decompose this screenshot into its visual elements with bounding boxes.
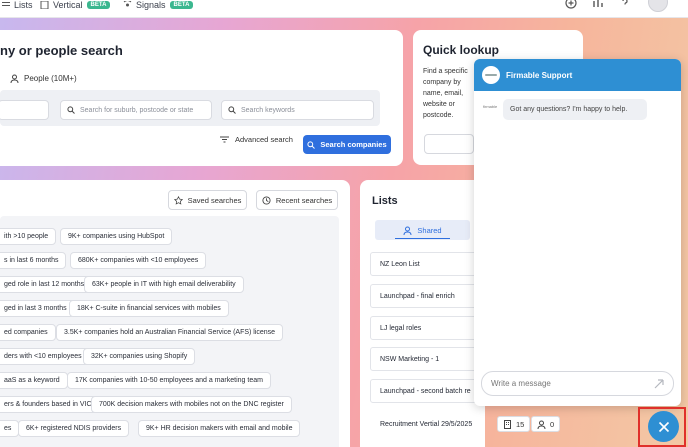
suggestion-chip[interactable]: 32K+ companies using Shopify xyxy=(83,348,196,365)
tab-shared-label: Shared xyxy=(417,225,442,235)
quick-lookup-button[interactable] xyxy=(424,134,474,154)
search-title: ny or people search xyxy=(0,43,123,58)
chart-icon[interactable] xyxy=(591,0,605,10)
suggestion-chip[interactable]: ed companies xyxy=(0,324,56,341)
keywords-placeholder: Search keywords xyxy=(241,106,295,114)
tab-shared[interactable]: Shared xyxy=(375,220,470,240)
suggestion-chip[interactable]: 680K+ companies with <10 employees xyxy=(70,252,207,269)
search-icon xyxy=(307,140,316,149)
list-row[interactable]: Recruitment Vertial 29/5/2025 xyxy=(370,412,485,436)
top-nav: Lists Vertical BETA Signals BETA xyxy=(0,0,688,18)
recent-searches-button[interactable]: Recent searches xyxy=(256,190,338,210)
tab-people-label: People (10M+) xyxy=(24,74,77,83)
lists-card: Lists Shared NZ Leon List Launchpad - fi… xyxy=(360,180,485,447)
recent-searches-label: Recent searches xyxy=(275,195,333,205)
people-count-badge: 0 xyxy=(531,416,561,432)
suggestion-chip[interactable]: ers & founders based in VIC xyxy=(0,396,100,413)
quick-lookup-title: Quick lookup xyxy=(423,43,500,57)
lists-title: Lists xyxy=(372,195,398,207)
suggestion-chip[interactable]: ged in last 3 months xyxy=(0,300,75,317)
company-count: 15 xyxy=(516,419,525,429)
nav-vertical[interactable]: Vertical BETA xyxy=(40,0,111,10)
chat-message: Got any questions? I'm happy to help. xyxy=(503,99,647,120)
search-icon xyxy=(228,106,236,114)
keywords-input[interactable]: Search keywords xyxy=(221,100,374,120)
firmable-logo-icon xyxy=(485,74,497,76)
send-icon[interactable] xyxy=(654,379,664,389)
close-chat-button[interactable] xyxy=(648,411,679,442)
suggestion-chip[interactable]: 9K+ companies using HubSpot xyxy=(60,228,173,245)
suggestion-chip[interactable]: aaS as a keyword xyxy=(0,372,68,389)
list-row[interactable]: NSW Marketing - 1 xyxy=(370,347,485,371)
suggestion-chips: ith >10 people 9K+ companies using HubSp… xyxy=(0,216,339,447)
industry-input[interactable] xyxy=(0,100,49,120)
tab-people[interactable]: People (10M+) xyxy=(10,74,77,83)
nav-lists[interactable]: Lists xyxy=(2,0,33,10)
company-count-badge: 15 xyxy=(497,416,531,432)
nav-signals[interactable]: Signals BETA xyxy=(123,0,194,10)
person-icon xyxy=(403,226,412,235)
search-companies-button[interactable]: Search companies xyxy=(303,135,391,154)
firmable-logo-small: firmable xyxy=(483,104,498,109)
suggestion-chip[interactable]: s in last 6 months xyxy=(0,252,67,269)
search-row: Search for suburb, postcode or state Sea… xyxy=(0,90,380,126)
suggestion-chip[interactable]: 18K+ C-suite in financial services with … xyxy=(69,300,229,317)
advanced-search-label: Advanced search xyxy=(235,135,293,144)
suggestion-chip[interactable]: ged role in last 12 months xyxy=(0,276,93,293)
clock-icon xyxy=(262,195,271,205)
filter-icon xyxy=(220,136,229,143)
beta-badge: BETA xyxy=(169,1,194,9)
building-icon xyxy=(504,419,511,429)
suggestion-chip[interactable]: 9K+ HR decision makers with email and mo… xyxy=(138,420,301,437)
support-chat-window: Firmable Support firmable Got any questi… xyxy=(474,59,681,406)
people-count: 0 xyxy=(550,419,555,429)
suggestion-chip[interactable]: 3.5K+ companies hold an Australian Finan… xyxy=(56,324,284,341)
chat-input-placeholder: Write a message xyxy=(491,379,551,388)
location-placeholder: Search for suburb, postcode or state xyxy=(80,106,194,114)
list-row[interactable]: Launchpad - final enrich xyxy=(370,284,485,308)
beta-badge: BETA xyxy=(86,1,111,9)
advanced-search-button[interactable]: Advanced search xyxy=(220,135,293,144)
search-companies-label: Search companies xyxy=(320,140,387,149)
signal-icon xyxy=(123,1,132,7)
search-card: ny or people search People (10M+) Search… xyxy=(0,30,403,166)
chat-title: Firmable Support xyxy=(506,70,573,80)
avatar[interactable] xyxy=(648,0,668,12)
list-row[interactable]: NZ Leon List xyxy=(370,252,485,276)
saved-searches-label: Saved searches xyxy=(187,195,242,205)
nav-vertical-label: Vertical xyxy=(53,0,83,10)
suggestion-chip[interactable]: 63K+ people in IT with high email delive… xyxy=(84,276,244,293)
person-icon xyxy=(10,74,19,83)
plus-circle-icon[interactable] xyxy=(564,0,578,10)
chat-header: Firmable Support xyxy=(474,59,681,91)
star-icon xyxy=(173,195,183,205)
location-input[interactable]: Search for suburb, postcode or state xyxy=(60,100,212,120)
building-icon xyxy=(40,1,49,9)
close-icon xyxy=(658,421,669,432)
nav-lists-label: Lists xyxy=(14,0,33,10)
firmable-logo xyxy=(482,66,500,84)
help-icon[interactable] xyxy=(618,0,632,10)
list-icon xyxy=(2,2,10,6)
nav-signals-label: Signals xyxy=(136,0,166,10)
suggestion-chip[interactable]: 6K+ registered NDIS providers xyxy=(18,420,130,437)
suggestions-card: Saved searches Recent searches ith >10 p… xyxy=(0,180,350,447)
suggestion-chip[interactable]: 700K decision makers with mobiles not on… xyxy=(91,396,292,413)
saved-searches-button[interactable]: Saved searches xyxy=(168,190,247,210)
search-icon xyxy=(67,106,75,114)
suggestion-chip[interactable]: 17K companies with 10-50 employees and a… xyxy=(67,372,271,389)
list-row[interactable]: Launchpad - second batch re xyxy=(370,379,485,403)
suggestion-chip[interactable]: ith >10 people xyxy=(0,228,57,245)
list-row[interactable]: LJ legal roles xyxy=(370,316,485,340)
chat-message-input[interactable]: Write a message xyxy=(481,371,674,396)
suggestion-chip[interactable]: es xyxy=(0,420,20,437)
quick-lookup-desc: Find a specific company by name, email, … xyxy=(423,68,468,119)
person-icon xyxy=(537,420,546,429)
suggestion-chip[interactable]: ders with <10 employees xyxy=(0,348,90,365)
